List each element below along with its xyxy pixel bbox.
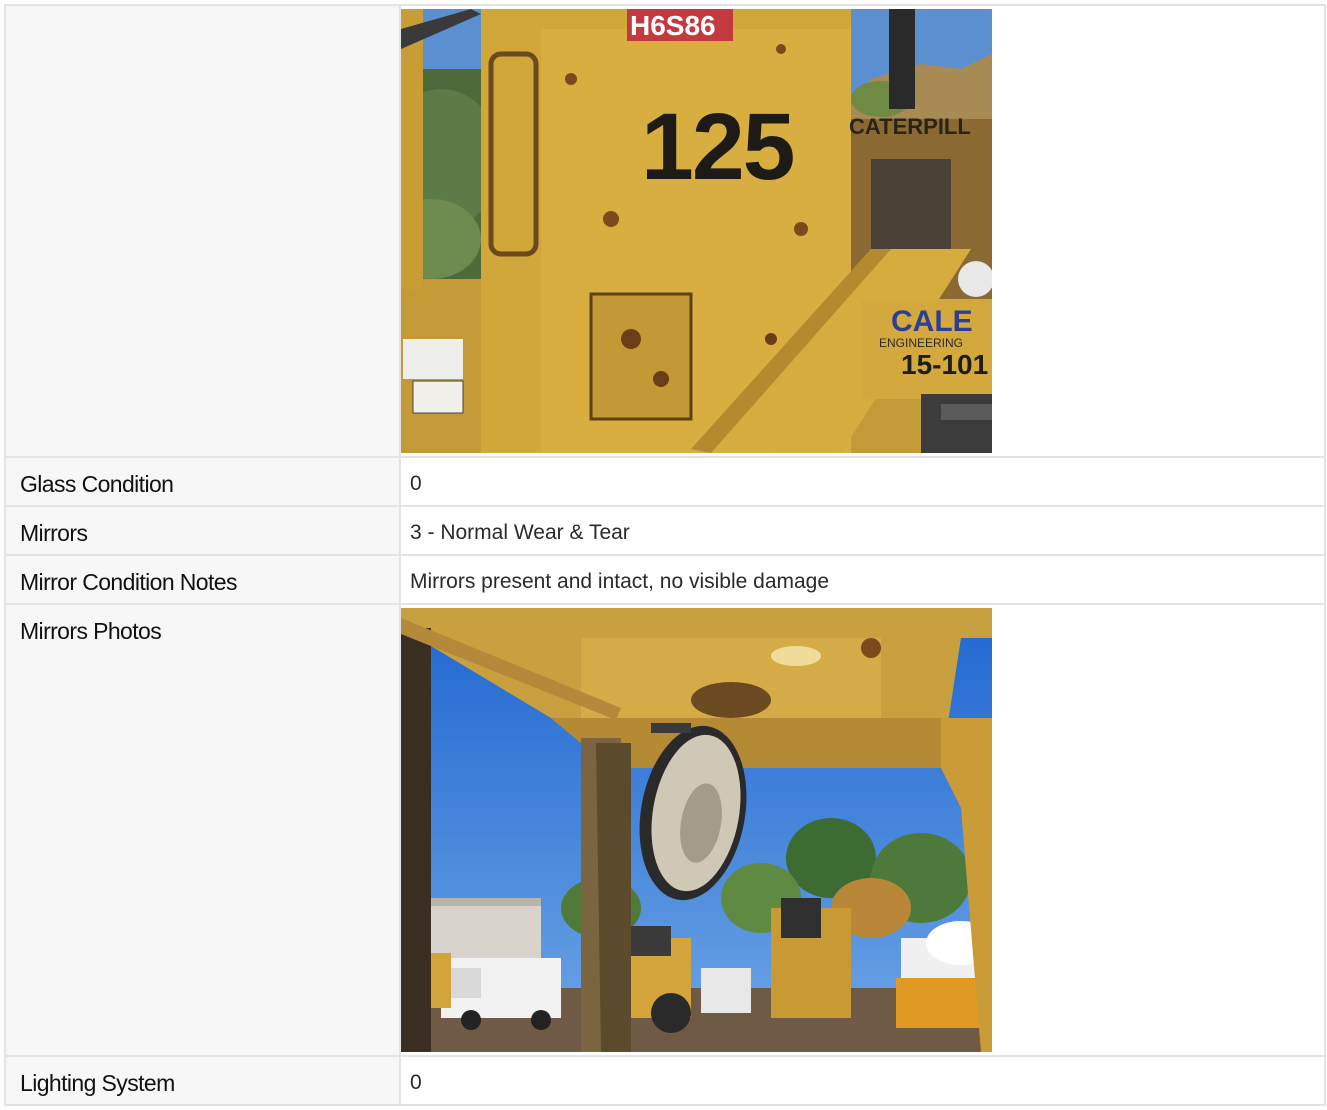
table-row: Mirrors 3 - Normal Wear & Tear xyxy=(4,505,1326,556)
row-label: Glass Condition xyxy=(4,456,401,507)
mirror-notes-label: Mirror Condition Notes xyxy=(20,569,237,595)
mirrors-photos-label: Mirrors Photos xyxy=(20,618,162,644)
photo-cell: H6S86 125 CATERPILL CALE ENGINEERING 15-… xyxy=(399,4,1326,458)
inspection-table: H6S86 125 CATERPILL CALE ENGINEERING 15-… xyxy=(4,4,1326,1106)
unit-number: 125 xyxy=(641,94,794,200)
table-row: Mirrors Photos xyxy=(4,603,1326,1057)
row-value: 3 - Normal Wear & Tear xyxy=(399,505,1326,556)
row-label: Mirrors Photos xyxy=(4,603,401,1057)
row-label xyxy=(4,4,401,458)
cab-mirror-photo[interactable] xyxy=(401,608,992,1052)
table-row: H6S86 125 CATERPILL CALE ENGINEERING 15-… xyxy=(4,4,1326,458)
asset-id-text: 15-101 xyxy=(901,349,988,380)
row-label: Mirror Condition Notes xyxy=(4,554,401,605)
mirrors-label: Mirrors xyxy=(20,520,88,546)
unit-tag-text: H6S86 xyxy=(630,10,716,41)
table-row: Glass Condition 0 xyxy=(4,456,1326,507)
row-value: 0 xyxy=(399,456,1326,507)
loader-side-panel-photo[interactable]: H6S86 125 CATERPILL CALE ENGINEERING 15-… xyxy=(401,9,992,453)
row-label: Mirrors xyxy=(4,505,401,556)
row-value: 0 xyxy=(399,1055,1326,1106)
photo-cell xyxy=(399,603,1326,1057)
brand-text: CATERPILL xyxy=(849,114,971,139)
glass-condition-label: Glass Condition xyxy=(20,471,174,497)
mirrors-value: 3 - Normal Wear & Tear xyxy=(410,521,630,544)
glass-condition-value: 0 xyxy=(410,472,422,495)
lighting-system-value: 0 xyxy=(410,1071,422,1094)
logo-sub-text: ENGINEERING xyxy=(879,336,963,350)
table-row: Lighting System 0 xyxy=(4,1055,1326,1106)
lighting-system-label: Lighting System xyxy=(20,1070,175,1096)
logo-text: CALE xyxy=(891,305,973,338)
mirror-notes-value: Mirrors present and intact, no visible d… xyxy=(410,570,830,593)
row-value: Mirrors present and intact, no visible d… xyxy=(399,554,1326,605)
row-label: Lighting System xyxy=(4,1055,401,1106)
table-row: Mirror Condition Notes Mirrors present a… xyxy=(4,554,1326,605)
